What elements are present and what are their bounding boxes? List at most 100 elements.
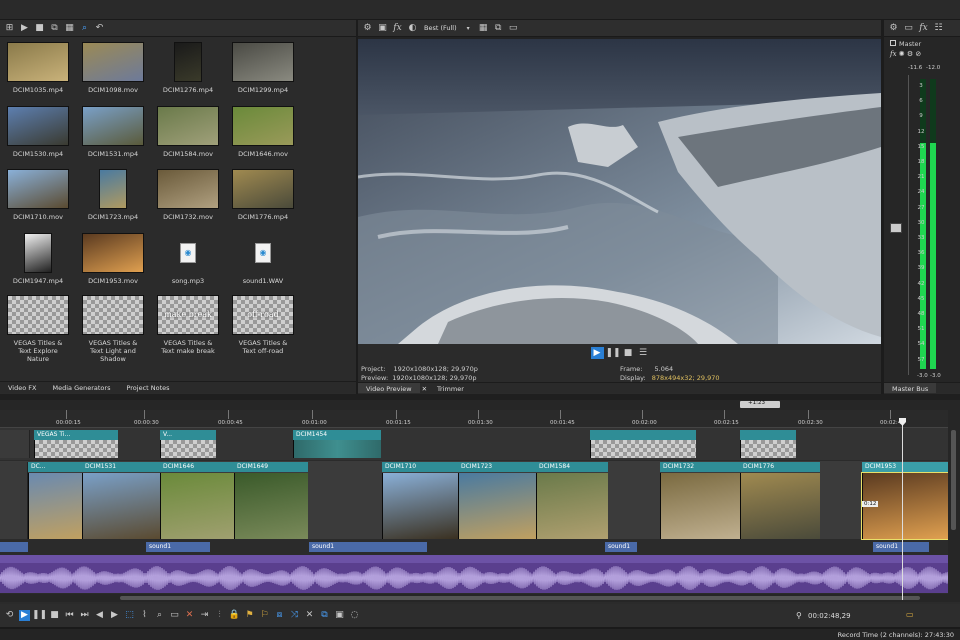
audio-clip-header[interactable] <box>0 542 28 552</box>
track-header[interactable] <box>0 462 28 539</box>
media-item[interactable]: DCIM1953.mov <box>82 233 144 285</box>
split-screen-icon[interactable]: ▣ <box>377 23 388 34</box>
media-item[interactable]: DCIM1035.mp4 <box>7 42 69 94</box>
folder-icon[interactable]: ▭ <box>906 610 914 619</box>
track-header[interactable] <box>0 430 30 458</box>
gear-icon[interactable]: ⚙ <box>888 23 899 34</box>
fx-icon[interactable]: fx <box>918 23 929 34</box>
audio-clip-header[interactable]: sound1 <box>146 542 210 552</box>
crossfade-icon[interactable]: ✕ <box>304 610 315 621</box>
stop-icon[interactable]: ■ <box>34 23 45 34</box>
fx-icon[interactable]: fx <box>890 50 897 58</box>
video-clip-header[interactable]: DCIM1649 <box>234 462 308 472</box>
video-clip[interactable] <box>536 473 608 539</box>
video-clip-header[interactable]: DC... <box>28 462 82 472</box>
go-to-end-icon[interactable]: ⏭ <box>79 610 90 621</box>
title-clip[interactable] <box>590 440 696 458</box>
loop-icon[interactable]: ⟲ <box>4 610 15 621</box>
video-clip-header[interactable]: DCIM1953 <box>862 462 948 472</box>
play-icon[interactable]: ▶ <box>19 23 30 34</box>
auto-preview-icon[interactable]: ⧉ <box>49 23 60 34</box>
save-snapshot-icon[interactable]: ▭ <box>508 23 519 34</box>
media-item[interactable]: DCIM1098.mov <box>82 42 144 94</box>
media-item[interactable]: DCIM1299.mp4 <box>232 42 294 94</box>
mixer-icon[interactable]: ☷ <box>933 23 944 34</box>
media-item[interactable]: DCIM1531.mp4 <box>82 106 144 158</box>
snapshot-icon[interactable]: ◌ <box>349 610 360 621</box>
video-clip-header[interactable]: DCIM1732 <box>660 462 740 472</box>
title-clip[interactable] <box>293 440 381 458</box>
overlays-icon[interactable]: ◐ <box>407 23 418 34</box>
fx-icon[interactable]: fx <box>392 23 403 34</box>
stop-icon[interactable]: ■ <box>49 610 60 621</box>
fader-handle[interactable] <box>890 223 902 233</box>
media-item[interactable]: DCIM1276.mp4 <box>157 42 219 94</box>
grouping-icon[interactable]: ⧉ <box>319 610 330 621</box>
menu-icon[interactable]: ☰ <box>638 348 649 359</box>
media-item[interactable]: DCIM1723.mp4 <box>82 169 144 221</box>
trim-icon[interactable]: ⇥ <box>199 610 210 621</box>
media-item[interactable]: make break VEGAS Titles & Text make break <box>157 295 219 355</box>
normal-edit-icon[interactable]: ▭ <box>169 610 180 621</box>
tab-master-bus[interactable]: Master Bus <box>884 383 937 393</box>
video-clip-header[interactable]: DCIM1710 <box>382 462 458 472</box>
media-item[interactable]: VEGAS Titles & Text Explore Nature <box>7 295 69 363</box>
tab-project-notes[interactable]: Project Notes <box>118 382 177 393</box>
event-pan-crop-icon[interactable]: ▣ <box>334 610 345 621</box>
video-clip-header[interactable]: DCIM1723 <box>458 462 536 472</box>
tab-media-generators[interactable]: Media Generators <box>44 382 118 393</box>
video-clip-header[interactable]: DCIM1776 <box>740 462 820 472</box>
pane-splitter[interactable] <box>356 20 358 394</box>
vertical-scrollbar[interactable] <box>948 410 960 602</box>
view-mode-icon[interactable]: ▦ <box>64 23 75 34</box>
edit-tool-icon[interactable]: ⬚ <box>124 610 135 621</box>
snapping-icon[interactable]: ⧈ <box>274 610 285 621</box>
play-from-start-icon[interactable]: ▶ <box>19 610 30 621</box>
timeline-ruler[interactable]: 00:00:15 00:00:30 00:00:45 00:01:00 00:01:15… <box>0 410 948 428</box>
title-clip[interactable] <box>740 440 796 458</box>
auto-ripple-icon[interactable]: ⤨ <box>289 610 300 621</box>
title-clip-header[interactable]: DCIM1454 <box>293 430 381 440</box>
next-frame-icon[interactable]: ▶ <box>109 610 120 621</box>
copy-snapshot-icon[interactable]: ⧉ <box>493 23 504 34</box>
import-media-icon[interactable]: ⊞ <box>4 23 15 34</box>
pause-icon[interactable]: ❚❚ <box>32 610 47 621</box>
marker-icon[interactable]: ⚑ <box>244 610 255 621</box>
go-to-start-icon[interactable]: ⏮ <box>64 610 75 621</box>
media-item[interactable]: off-road VEGAS Titles & Text off-road <box>232 295 294 355</box>
grid-icon[interactable]: ▦ <box>478 23 489 34</box>
zoom-tool-icon[interactable]: ⌕ <box>154 610 165 621</box>
scroll-thumb[interactable] <box>951 430 956 530</box>
preview-quality-select[interactable]: Best (Full) <box>422 24 459 32</box>
media-item[interactable]: DCIM1530.mp4 <box>7 106 69 158</box>
tab-video-preview[interactable]: Video Preview <box>358 383 420 393</box>
search-icon[interactable]: ⌕ <box>79 23 90 34</box>
tab-close-icon[interactable]: ✕ <box>420 383 429 393</box>
mute-icon[interactable]: ⊘ <box>915 50 921 58</box>
envelope-tool-icon[interactable]: ⌇ <box>139 610 150 621</box>
title-clip-header[interactable]: V... <box>160 430 216 440</box>
video-clip[interactable] <box>740 473 820 539</box>
play-icon[interactable]: ▶ <box>590 347 604 359</box>
video-clip-header[interactable]: DCIM1531 <box>82 462 160 472</box>
gear-icon[interactable]: ⚙ <box>362 23 373 34</box>
pause-icon[interactable]: ❚❚ <box>605 348 620 359</box>
media-item[interactable]: DCIM1732.mov <box>157 169 219 221</box>
window-icon[interactable]: ▭ <box>903 23 914 34</box>
media-item[interactable]: DCIM1646.mov <box>232 106 294 158</box>
lock-icon[interactable]: 🔒 <box>229 610 240 621</box>
timeline-scrollbar[interactable] <box>0 594 948 602</box>
audio-clip-header[interactable]: sound1 <box>873 542 929 552</box>
region-icon[interactable]: ⚐ <box>259 610 270 621</box>
video-clip[interactable] <box>458 473 536 539</box>
pan-icon[interactable]: ⚙ <box>907 50 913 58</box>
audio-clip-header[interactable]: sound1 <box>309 542 427 552</box>
video-clip[interactable] <box>234 473 308 539</box>
media-item[interactable]: ◉ song.mp3 <box>157 233 219 285</box>
pane-splitter[interactable] <box>881 20 884 394</box>
undo-icon[interactable]: ↶ <box>94 23 105 34</box>
video-clip-header[interactable]: DCIM1584 <box>536 462 608 472</box>
media-item[interactable]: DCIM1584.mov <box>157 106 219 158</box>
playhead[interactable] <box>902 418 903 600</box>
video-clip[interactable] <box>160 473 234 539</box>
